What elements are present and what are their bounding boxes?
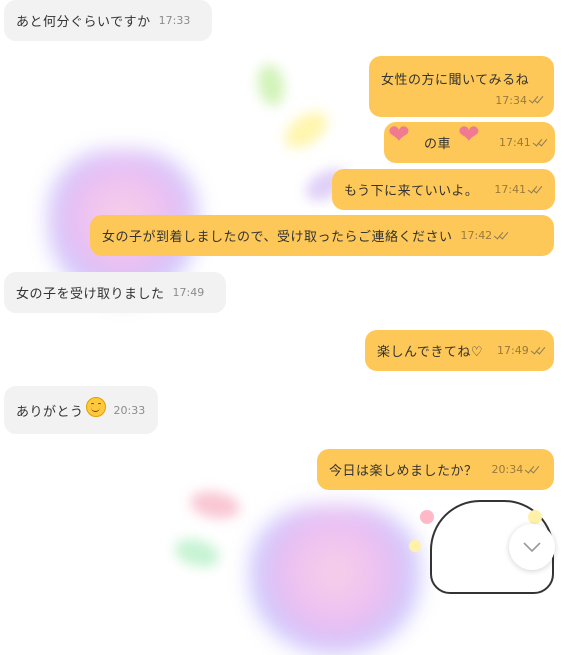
smile-emoji-icon: [85, 397, 106, 417]
message-bubble-outgoing: 女の子が到着しましたので、受け取ったらご連絡ください 17:42: [90, 215, 554, 256]
message-time: 17:33: [158, 14, 191, 27]
double-check-icon: [529, 185, 543, 195]
message-time: 17:34: [495, 93, 527, 107]
message-bubble-incoming: ありがとう 20:33: [4, 386, 158, 434]
message-time: 17:49: [497, 344, 529, 357]
message-text: 今日は楽しめましたか？: [329, 464, 478, 479]
message-bubble-outgoing: 女性の方に聞いてみるね 17:34: [369, 56, 554, 117]
double-check-icon: [534, 138, 548, 148]
message-bubble-incoming: あと何分ぐらいですか 17:33: [4, 0, 212, 41]
scroll-to-bottom-button[interactable]: [509, 524, 555, 570]
message-text: もう下に来ていいよ。: [344, 184, 479, 199]
double-check-icon: [532, 346, 546, 356]
chevron-down-icon: [523, 542, 541, 552]
message-bubble-outgoing: 今日は楽しめましたか？ 20:34: [317, 449, 554, 490]
message-text: 女の子が到着しましたので、受け取ったらご連絡ください: [102, 230, 453, 245]
message-time: 20:33: [113, 403, 146, 417]
message-text: 楽しんできてね♡: [377, 345, 484, 360]
message-time: 17:41: [499, 136, 531, 149]
message-time: 17:41: [494, 183, 527, 196]
double-check-icon: [530, 95, 544, 105]
message-text: あと何分ぐらいですか: [16, 15, 151, 30]
message-text: の車: [424, 137, 452, 152]
message-bubble-outgoing: 楽しんできてね♡ 17:49: [365, 330, 554, 371]
message-time: 17:42: [460, 229, 493, 242]
double-check-icon: [495, 231, 509, 241]
message-bubble-incoming: 女の子を受け取りました 17:49: [4, 272, 226, 313]
message-time: 17:49: [172, 286, 205, 299]
double-check-icon: [526, 465, 540, 475]
heart-emoji-icon: ❤: [388, 120, 410, 150]
message-time: 20:34: [491, 463, 524, 476]
message-text: 女性の方に聞いてみるね: [381, 72, 530, 88]
message-text: 女の子を受け取りました: [16, 287, 165, 302]
heart-emoji-icon: ❤: [458, 120, 480, 150]
message-text: ありがとう: [16, 404, 84, 420]
message-bubble-outgoing: もう下に来ていいよ。 17:41: [332, 169, 555, 210]
